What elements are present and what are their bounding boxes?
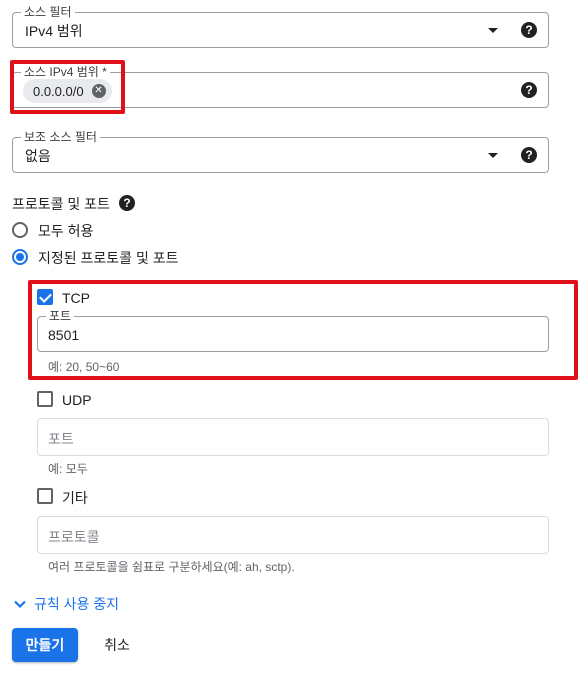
chevron-down-icon [14,600,26,609]
protocols-ports-heading-text: 프로토콜 및 포트 [12,196,110,212]
disable-rule-link-text: 규칙 사용 중지 [34,596,120,612]
cancel-button[interactable]: 취소 [94,628,140,662]
tcp-ports-value: 8501 [48,327,80,343]
tcp-checkbox[interactable] [37,289,53,305]
help-icon[interactable]: ? [119,195,135,211]
radio-specified-protocols[interactable] [12,249,28,265]
help-icon[interactable]: ? [521,147,537,163]
tcp-label[interactable]: TCP [62,290,90,306]
udp-checkbox[interactable] [37,391,53,407]
other-protocols-placeholder: 프로토콜 [48,529,100,545]
create-button[interactable]: 만들기 [12,628,78,662]
secondary-source-filter-select[interactable]: 보조 소스 필터 없음 ? [12,129,549,173]
remove-chip-icon[interactable]: ✕ [91,84,106,98]
other-protocols-hint: 여러 프로토콜을 쉼표로 구분하세요(예: ah, sctp). [48,560,295,574]
tcp-ports-label: 포트 [46,308,75,324]
radio-allow-all-label[interactable]: 모두 허용 [38,221,93,241]
other-checkbox[interactable] [37,488,53,504]
protocols-ports-heading: 프로토콜 및 포트 [12,194,110,214]
source-filter-label: 소스 필터 [21,4,75,20]
other-label[interactable]: 기타 [62,488,88,508]
ip-range-chip-text: 0.0.0.0/0 [33,83,84,99]
udp-ports-hint: 예: 모두 [48,462,88,476]
radio-allow-all[interactable] [12,222,28,238]
udp-label[interactable]: UDP [62,392,92,408]
ip-range-chip: 0.0.0.0/0 ✕ [23,79,112,103]
disable-rule-link[interactable]: 규칙 사용 중지 [12,594,119,614]
source-ipv4-ranges-label: 소스 IPv4 범위 * [21,64,110,80]
help-icon[interactable]: ? [521,82,537,98]
secondary-source-filter-label: 보조 소스 필터 [21,129,100,145]
secondary-source-filter-value: 없음 [25,148,51,164]
tcp-ports-input[interactable]: 포트 8501 [37,308,549,352]
source-ipv4-ranges-field[interactable]: 소스 IPv4 범위 * 0.0.0.0/0 ✕ ? [12,64,549,108]
dropdown-caret-icon[interactable] [488,28,498,33]
tcp-ports-hint: 예: 20, 50~60 [48,360,120,374]
source-filter-value: IPv4 범위 [25,23,83,39]
udp-ports-placeholder: 포트 [48,431,74,447]
dropdown-caret-icon[interactable] [488,153,498,158]
other-protocols-input[interactable]: 프로토콜 [37,516,549,554]
source-filter-select[interactable]: 소스 필터 IPv4 범위 ? [12,4,549,48]
udp-ports-input[interactable]: 포트 [37,418,549,456]
radio-specified-protocols-label[interactable]: 지정된 프로토콜 및 포트 [38,248,178,268]
help-icon[interactable]: ? [521,22,537,38]
